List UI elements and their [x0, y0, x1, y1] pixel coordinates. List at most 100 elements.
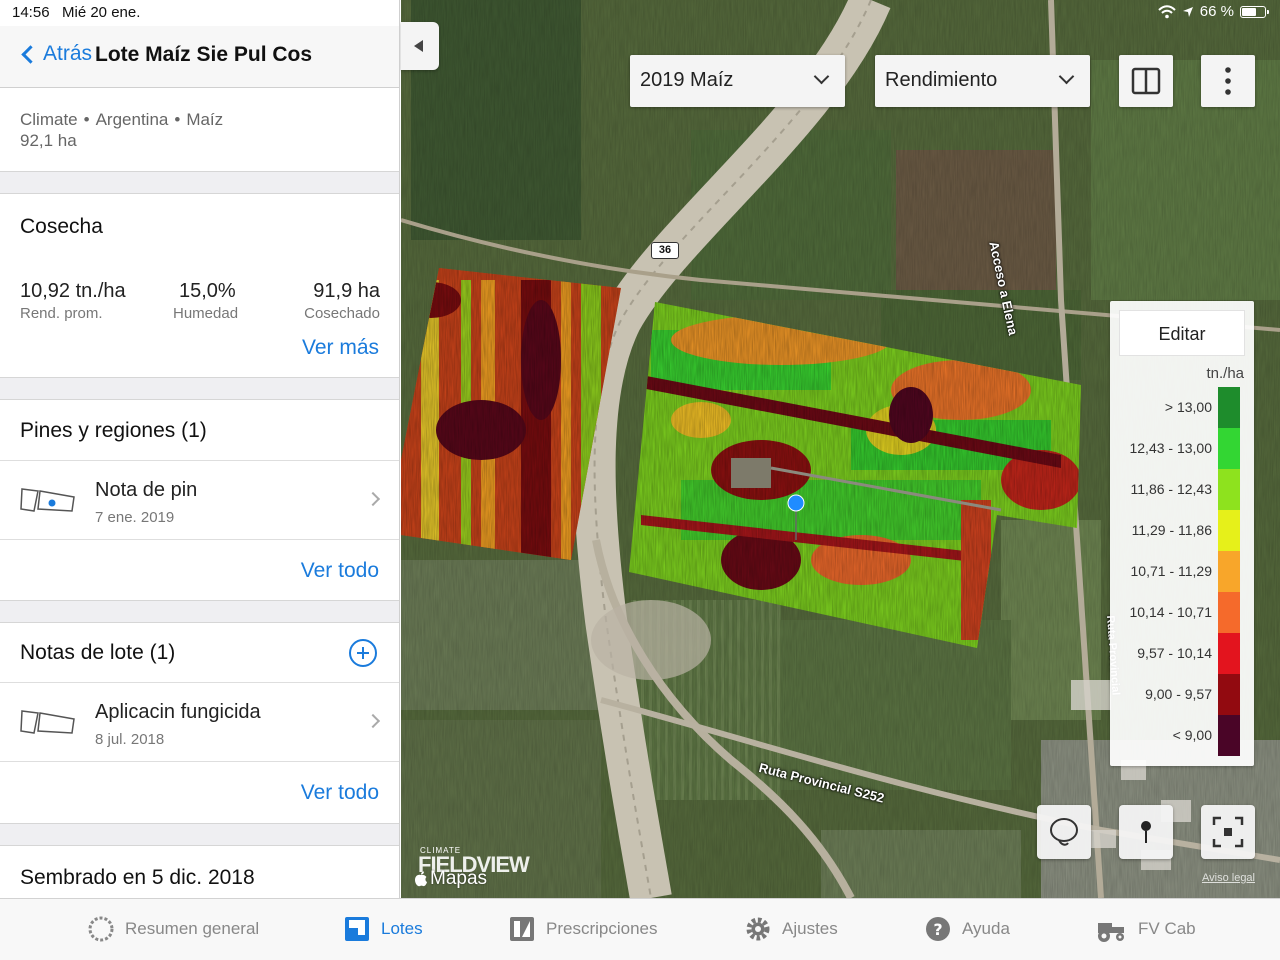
split-view-icon	[1131, 67, 1161, 95]
legend-swatch	[1218, 428, 1240, 469]
status-bar-right: 66 %	[1158, 3, 1269, 20]
tab-label: Ayuda	[962, 919, 1010, 938]
tab-resumen-general[interactable]: Resumen general	[87, 915, 259, 943]
tab-prescripciones[interactable]: Prescripciones	[508, 915, 658, 943]
more-options-button[interactable]	[1201, 55, 1255, 107]
planted-title: Sembrado en 5 dic. 2018	[20, 866, 255, 889]
legend-swatch	[1218, 387, 1240, 428]
split-view-button[interactable]	[1119, 55, 1173, 107]
collapse-panel-button[interactable]	[401, 22, 439, 70]
pins-title: Pines y regiones (1)	[20, 419, 207, 442]
legal-notice-link[interactable]: Aviso legal	[1202, 872, 1255, 884]
legend-range-label: 11,86 - 12,43	[1130, 481, 1212, 497]
pin-note-title: Nota de pin	[95, 479, 198, 501]
stat-harvested: 91,9 ha Cosechado	[300, 280, 380, 322]
legend-range-label: 10,71 - 11,29	[1130, 563, 1212, 579]
legend-row: 10,71 - 11,29	[1110, 551, 1254, 592]
legend-edit-button[interactable]: Editar	[1119, 310, 1245, 356]
legend-swatch	[1218, 592, 1240, 633]
section-divider	[0, 377, 399, 400]
layer-dropdown[interactable]: Rendimiento	[875, 55, 1090, 107]
maps-credit-label: Mapas	[430, 868, 488, 889]
notes-see-all-link[interactable]: Ver todo	[301, 781, 379, 805]
tab-label: Resumen general	[125, 919, 260, 938]
tab-label: FV Cab	[1138, 919, 1196, 938]
stat-harvested-label: Cosechado	[304, 305, 380, 322]
stat-harvested-value: 91,9 ha	[313, 280, 380, 302]
field-meta: Climate • Argentina • Maíz	[20, 110, 223, 130]
legend-unit: tn./ha	[1206, 365, 1244, 382]
battery-icon	[1240, 5, 1269, 18]
lasso-button[interactable]	[1037, 805, 1091, 859]
legend-swatch	[1218, 551, 1240, 592]
see-more-link[interactable]: Ver más	[302, 336, 379, 360]
chevron-down-icon	[813, 68, 830, 85]
meta-separator: •	[83, 110, 90, 129]
prescriptions-icon	[510, 917, 534, 941]
field-thumbnail-icon	[20, 710, 75, 734]
recenter-button[interactable]	[1201, 805, 1255, 859]
svg-text:?: ?	[933, 920, 942, 939]
legend-range-label: 9,00 - 9,57	[1145, 686, 1212, 702]
legend-swatch	[1218, 715, 1240, 756]
legend-row: 9,57 - 10,14	[1110, 633, 1254, 674]
pin-note-row[interactable]: Nota de pin 7 ene. 2019	[0, 460, 399, 540]
pins-see-all-link[interactable]: Ver todo	[301, 559, 379, 583]
tab-lotes[interactable]: Lotes	[343, 915, 423, 943]
legend-range-label: < 9,00	[1172, 727, 1212, 743]
legend-swatch	[1218, 510, 1240, 551]
tab-fv-cab[interactable]: FV Cab	[1094, 915, 1196, 943]
section-divider	[0, 823, 399, 846]
chevron-left-icon	[21, 44, 40, 64]
pin-note-date: 7 ene. 2019	[95, 509, 175, 526]
chevron-down-icon	[1058, 68, 1075, 85]
season-dropdown[interactable]: 2019 Maíz	[630, 55, 845, 107]
yield-legend: Editar tn./ha > 13,00 12,43 - 13,00 11,86 …	[1110, 301, 1254, 766]
section-divider	[0, 600, 399, 623]
field-detail-panel: 14:56 Mié 20 ene. Atrás Lote Maíz Sie Pu…	[0, 0, 400, 898]
legend-row: 11,86 - 12,43	[1110, 469, 1254, 510]
drop-pin-button[interactable]	[1119, 805, 1173, 859]
legend-row: 11,29 - 11,86	[1110, 510, 1254, 551]
tab-ajustes[interactable]: Ajustes	[744, 915, 838, 943]
field-org: Climate	[20, 110, 78, 129]
nav-bar: Atrás Lote Maíz Sie Pul Cos	[0, 26, 399, 88]
harvest-title: Cosecha	[20, 215, 103, 238]
tab-label: Ajustes	[782, 919, 838, 938]
legend-row: 9,00 - 9,57	[1110, 674, 1254, 715]
stat-moisture-label: Humedad	[173, 305, 239, 322]
status-bar: 14:56 Mié 20 ene.	[0, 0, 399, 26]
status-date: Mié 20 ene.	[62, 4, 141, 21]
maps-credit: Mapas	[414, 868, 487, 890]
lasso-icon	[1050, 818, 1078, 846]
gear-icon	[746, 917, 770, 941]
legend-row: 10,14 - 10,71	[1110, 592, 1254, 633]
add-note-button[interactable]	[349, 639, 377, 667]
battery-percent: 66 %	[1199, 3, 1234, 20]
back-label: Atrás	[43, 42, 93, 65]
tractor-icon	[1098, 923, 1124, 942]
legend-range-label: 10,14 - 10,71	[1129, 604, 1212, 620]
fullscreen-icon	[1212, 816, 1244, 848]
legend-range-label: 9,57 - 10,14	[1137, 645, 1212, 661]
section-divider	[0, 171, 399, 194]
back-button[interactable]: Atrás	[18, 42, 92, 66]
tab-bar: Resumen general Lotes Prescripciones Aju…	[0, 898, 1280, 960]
chevron-right-icon	[365, 491, 381, 507]
field-note-row[interactable]: Aplicacin fungicida 8 jul. 2018	[0, 682, 399, 762]
location-arrow-icon	[1182, 6, 1193, 17]
legend-range-label: > 13,00	[1164, 399, 1212, 415]
fields-icon	[345, 917, 369, 941]
tab-ayuda[interactable]: ? Ayuda	[924, 915, 1010, 943]
legend-range-label: 12,43 - 13,00	[1129, 440, 1212, 456]
more-vertical-icon	[1225, 67, 1231, 95]
page-title: Lote Maíz Sie Pul Cos	[95, 43, 313, 66]
apple-icon	[415, 871, 427, 887]
wifi-icon	[1158, 4, 1176, 18]
chevron-right-icon	[365, 713, 381, 729]
field-note-title: Aplicacin fungicida	[95, 701, 261, 723]
map-pin-icon[interactable]	[787, 494, 805, 512]
overview-ring-icon	[88, 916, 114, 942]
field-country: Argentina	[95, 110, 169, 129]
route-36-label: 36	[658, 244, 672, 256]
